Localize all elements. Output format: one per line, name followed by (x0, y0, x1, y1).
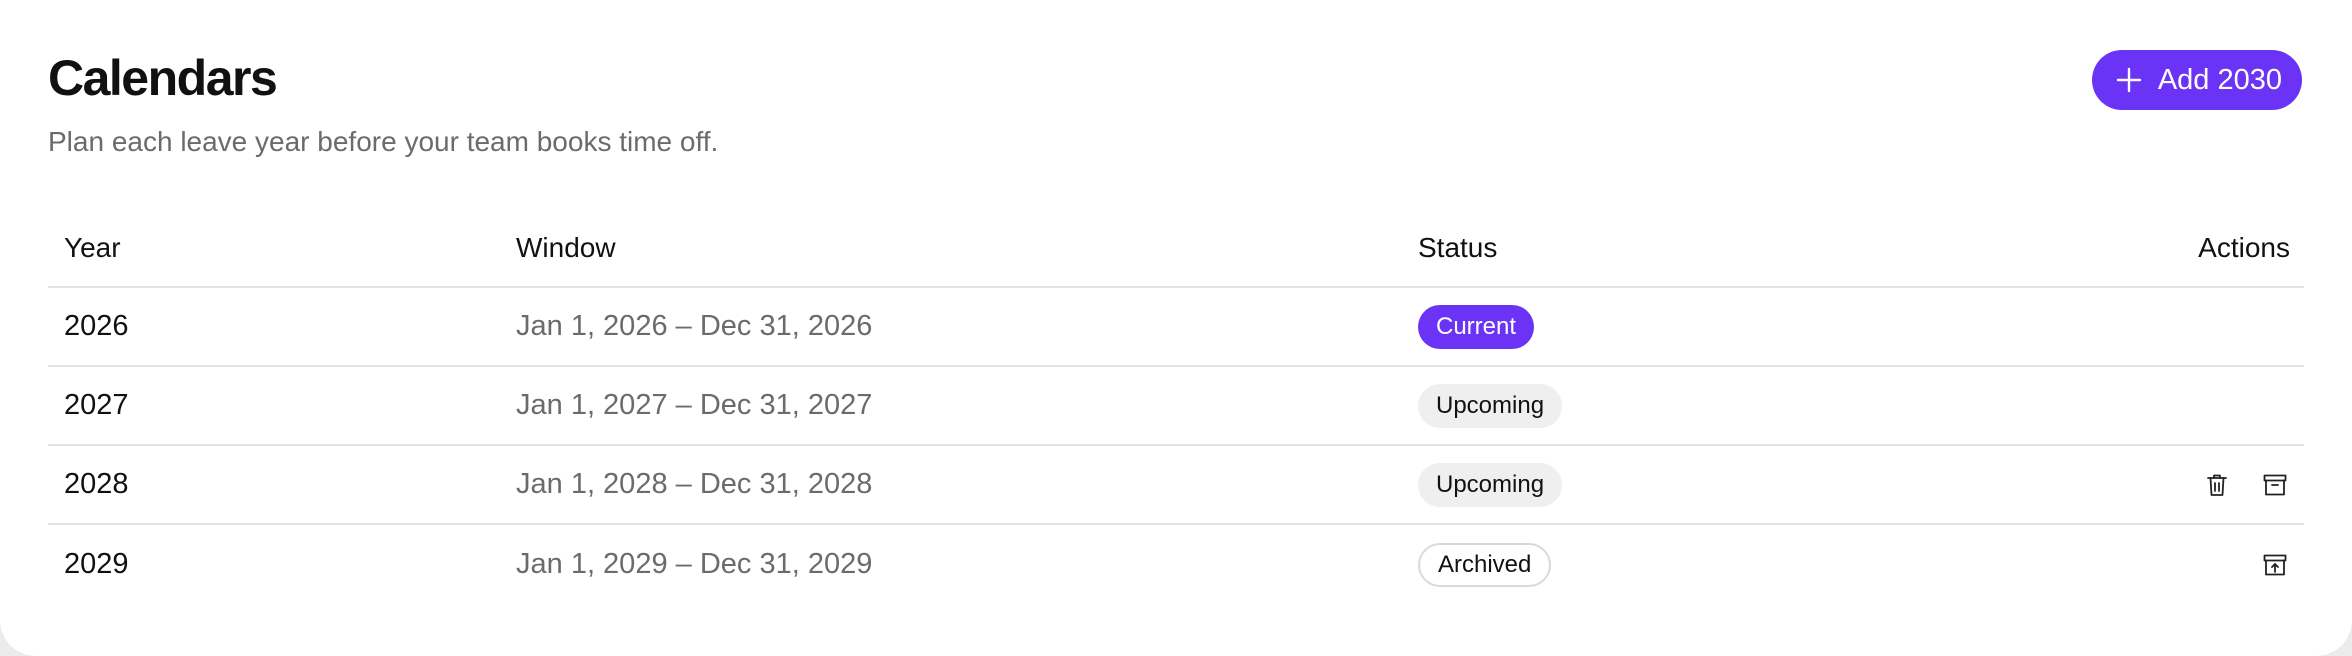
trash-icon[interactable] (2202, 470, 2232, 500)
year-cell: 2029 (64, 548, 129, 580)
table-row: 2028 Jan 1, 2028 – Dec 31, 2028 Upcoming (48, 446, 2304, 525)
status-badge: Upcoming (1418, 462, 1563, 507)
status-cell: Current (1418, 304, 1535, 349)
archive-icon[interactable] (2260, 470, 2290, 500)
column-header-window: Window (516, 232, 616, 263)
page-title: Calendars (48, 50, 278, 106)
status-cell: Archived (1418, 542, 1552, 587)
column-header-actions: Actions (2198, 232, 2290, 263)
year-cell: 2028 (64, 468, 129, 500)
window-cell: Jan 1, 2027 – Dec 31, 2027 (516, 389, 873, 421)
status-badge: Upcoming (1418, 383, 1563, 428)
column-header-year: Year (64, 232, 121, 263)
status-badge: Current (1418, 304, 1535, 349)
add-year-button-label: Add 2030 (2157, 63, 2282, 96)
row-actions (2260, 550, 2290, 580)
page-subtitle: Plan each leave year before your team bo… (48, 126, 719, 157)
plus-icon (2116, 67, 2142, 93)
year-cell: 2026 (64, 310, 129, 342)
column-header-status: Status (1418, 232, 1498, 263)
status-cell: Upcoming (1418, 462, 1563, 507)
calendars-table: Year Window Status Actions 2026 Jan 1, 2… (48, 210, 2304, 604)
window-cell: Jan 1, 2026 – Dec 31, 2026 (516, 310, 873, 342)
window-cell: Jan 1, 2028 – Dec 31, 2028 (516, 468, 873, 500)
table-row: 2027 Jan 1, 2027 – Dec 31, 2027 Upcoming (48, 367, 2304, 446)
year-cell: 2027 (64, 389, 129, 421)
table-row: 2026 Jan 1, 2026 – Dec 31, 2026 Current (48, 288, 2304, 367)
unarchive-icon[interactable] (2260, 550, 2290, 580)
status-badge: Archived (1418, 542, 1552, 587)
status-cell: Upcoming (1418, 383, 1563, 428)
calendars-card: Calendars Plan each leave year before yo… (0, 0, 2352, 656)
row-actions (2202, 470, 2290, 500)
window-cell: Jan 1, 2029 – Dec 31, 2029 (516, 548, 873, 580)
add-year-button[interactable]: Add 2030 (2091, 50, 2302, 110)
table-row: 2029 Jan 1, 2029 – Dec 31, 2029 Archived (48, 525, 2304, 604)
table-header: Year Window Status Actions (48, 210, 2304, 288)
